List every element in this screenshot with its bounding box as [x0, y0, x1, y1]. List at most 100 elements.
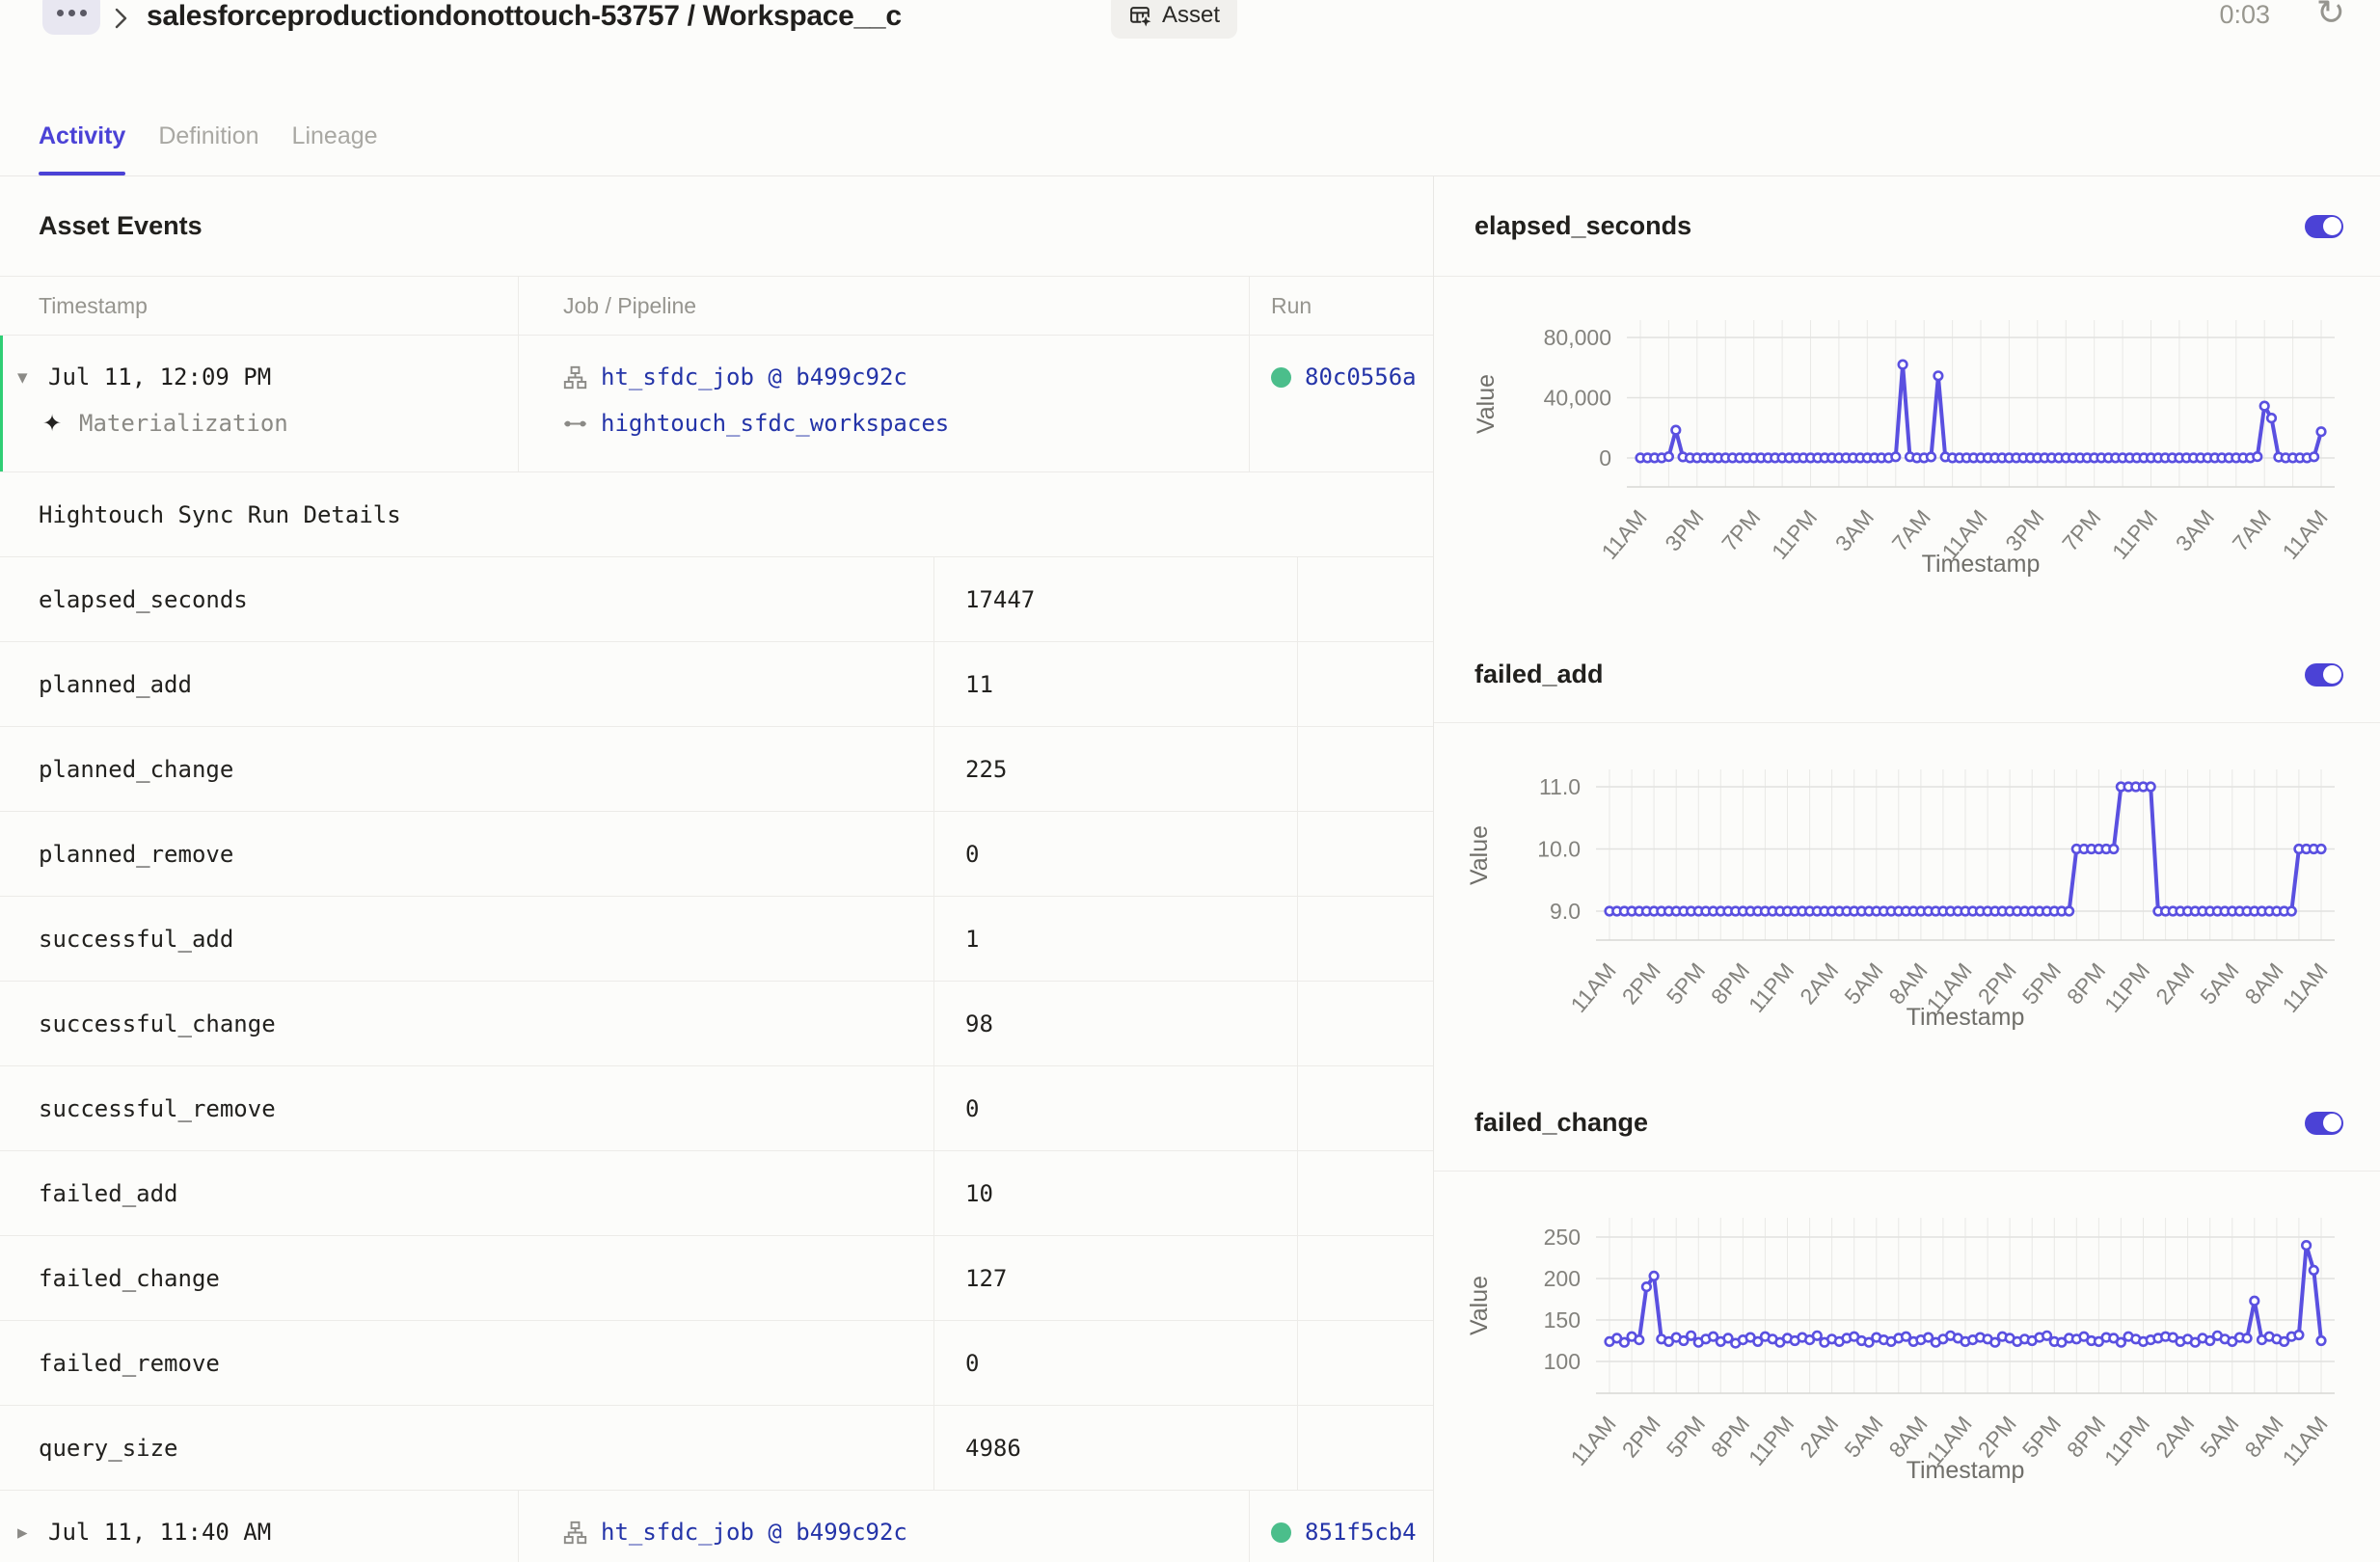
svg-text:11AM: 11AM [2277, 958, 2332, 1017]
asset-events-panel: Asset Events Timestamp Job / Pipeline Ru… [0, 176, 1434, 1562]
svg-text:5AM: 5AM [1839, 1412, 1887, 1463]
detail-key: successful_change [0, 982, 933, 1065]
svg-text:Value: Value [1473, 374, 1500, 434]
job-link[interactable]: ht_sfdc_job @ b499c92c [601, 364, 907, 390]
tab-definition[interactable]: Definition [158, 56, 258, 175]
asset-table-sparkle-icon [1128, 4, 1152, 28]
svg-text:2AM: 2AM [1795, 958, 1843, 1010]
detail-row: failed_remove0 [0, 1321, 1433, 1406]
svg-text:Timestamp: Timestamp [1922, 551, 2041, 578]
detail-row: successful_add1 [0, 897, 1433, 982]
svg-text:2PM: 2PM [1617, 958, 1665, 1010]
metric-toggle[interactable] [2305, 215, 2343, 238]
job-icon [562, 364, 601, 390]
run-status-dot [1271, 1522, 1291, 1543]
svg-text:11AM: 11AM [1565, 1412, 1620, 1470]
svg-text:5AM: 5AM [2195, 958, 2243, 1010]
svg-text:3AM: 3AM [1830, 505, 1879, 556]
detail-value: 0 [933, 1066, 1297, 1150]
svg-text:7AM: 7AM [2228, 505, 2276, 556]
detail-value: 11 [933, 642, 1297, 726]
pipeline-link[interactable]: hightouch_sfdc_workspaces [601, 410, 949, 437]
dot-icon [80, 10, 87, 16]
svg-text:5AM: 5AM [2195, 1412, 2243, 1463]
run-id-link[interactable]: 851f5cb4 [1305, 1519, 1417, 1546]
metric-name: failed_change [1474, 1108, 1648, 1138]
detail-key: planned_change [0, 727, 933, 811]
event-timestamp: Jul 11, 11:40 AM [48, 1519, 271, 1546]
toggle-knob [2323, 665, 2341, 684]
svg-text:7PM: 7PM [1717, 505, 1765, 556]
svg-text:2AM: 2AM [2150, 1412, 2199, 1463]
svg-text:2PM: 2PM [1617, 1412, 1665, 1463]
detail-row: failed_change127 [0, 1236, 1433, 1321]
detail-row: planned_remove0 [0, 812, 1433, 897]
tab-lineage[interactable]: Lineage [292, 56, 378, 175]
run-status-dot [1271, 367, 1291, 388]
breadcrumb-overflow-button[interactable] [42, 0, 100, 35]
svg-text:100: 100 [1544, 1349, 1581, 1374]
job-icon [562, 1520, 601, 1546]
refresh-icon[interactable]: ↻ [2316, 0, 2345, 33]
collapse-caret-icon[interactable]: ▾ [17, 365, 48, 390]
page-title: salesforceproductiondonottouch-53757 / W… [147, 0, 902, 33]
event-row-expanded: ▾ Jul 11, 12:09 PM ✦ Materialization [0, 336, 1433, 472]
metric-toggle[interactable] [2305, 663, 2343, 687]
failed-add-chart: 9.010.011.011AM2PM5PM8PM11PM2AM5AM8AM11A… [1434, 723, 2380, 1075]
detail-value: 127 [933, 1236, 1297, 1320]
expand-caret-icon[interactable]: ▸ [17, 1521, 48, 1545]
svg-text:80,000: 80,000 [1544, 325, 1611, 350]
svg-text:3PM: 3PM [2000, 505, 2048, 556]
chevron-right-icon [112, 6, 131, 31]
svg-text:Timestamp: Timestamp [1907, 1004, 2025, 1031]
detail-row: successful_remove0 [0, 1066, 1433, 1151]
detail-value: 98 [933, 982, 1297, 1065]
svg-text:11PM: 11PM [2099, 958, 2154, 1017]
detail-row: failed_add10 [0, 1151, 1433, 1236]
detail-row: elapsed_seconds17447 [0, 557, 1433, 642]
svg-text:40,000: 40,000 [1544, 386, 1611, 411]
detail-key: failed_add [0, 1151, 933, 1235]
svg-text:3AM: 3AM [2171, 505, 2219, 556]
svg-text:2PM: 2PM [1973, 958, 2021, 1010]
detail-key: failed_change [0, 1236, 933, 1320]
column-header-run: Run [1249, 277, 1433, 335]
metric-toggle[interactable] [2305, 1112, 2343, 1135]
refresh-timer: 0:03 [2219, 0, 2270, 30]
detail-value: 17447 [933, 557, 1297, 641]
svg-text:11PM: 11PM [1744, 1412, 1799, 1470]
metrics-panel: elapsed_seconds 040,00080,00011AM3PM7PM1… [1434, 176, 2380, 1562]
svg-text:2PM: 2PM [1973, 1412, 2021, 1463]
event-row-collapsed: ▸ Jul 11, 11:40 AM ✦ Materialization [0, 1491, 1433, 1562]
detail-key: elapsed_seconds [0, 557, 933, 641]
svg-text:11PM: 11PM [2107, 505, 2162, 564]
svg-text:5PM: 5PM [1662, 958, 1710, 1010]
job-link[interactable]: ht_sfdc_job @ b499c92c [601, 1519, 907, 1546]
elapsed-seconds-chart: 040,00080,00011AM3PM7PM11PM3AM7AM11AM3PM… [1434, 277, 2380, 627]
svg-text:5PM: 5PM [2017, 1412, 2066, 1463]
materialization-icon: ✦ [42, 410, 79, 437]
svg-text:3PM: 3PM [1660, 505, 1708, 556]
column-header-job-pipeline: Job / Pipeline [518, 277, 1249, 335]
svg-text:7AM: 7AM [1887, 505, 1935, 556]
metric-header-failed-change: failed_change [1434, 1075, 2380, 1172]
svg-text:0: 0 [1599, 445, 1611, 471]
run-id-link[interactable]: 80c0556a [1305, 364, 1417, 390]
dot-icon [68, 10, 75, 16]
svg-text:11AM: 11AM [1565, 958, 1620, 1017]
detail-row: planned_add11 [0, 642, 1433, 727]
asset-details-page: salesforceproductiondonottouch-53757 / W… [0, 0, 2380, 1562]
svg-text:11AM: 11AM [2277, 505, 2332, 564]
toggle-knob [2323, 217, 2341, 235]
svg-text:2AM: 2AM [2150, 958, 2199, 1010]
event-type-label: Materialization [79, 410, 288, 437]
detail-value: 10 [933, 1151, 1297, 1235]
svg-text:11AM: 11AM [2277, 1412, 2332, 1470]
svg-text:5PM: 5PM [1662, 1412, 1710, 1463]
dot-icon [57, 10, 64, 16]
tab-activity[interactable]: Activity [39, 56, 125, 175]
detail-value: 225 [933, 727, 1297, 811]
svg-text:Timestamp: Timestamp [1907, 1457, 2025, 1484]
event-timestamp: Jul 11, 12:09 PM [48, 364, 271, 390]
tab-bar: Activity Definition Lineage [0, 56, 2380, 176]
